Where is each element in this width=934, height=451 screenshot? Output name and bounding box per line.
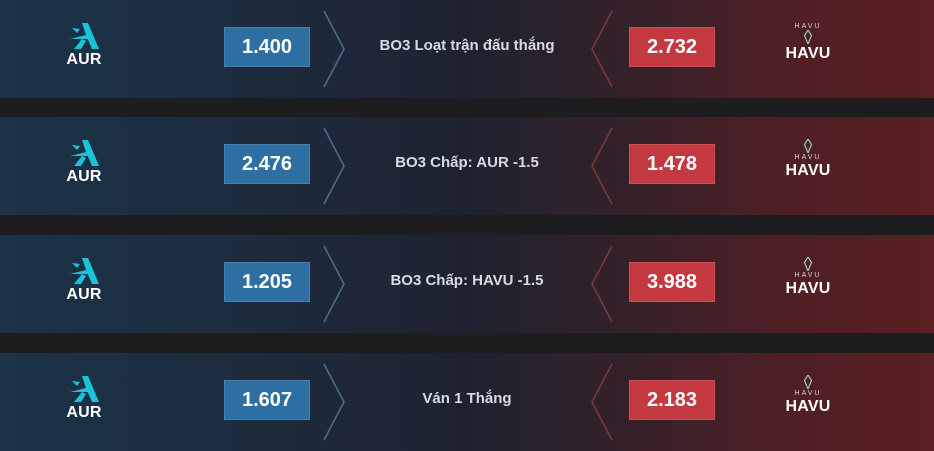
aurora-logo-icon	[70, 258, 99, 284]
home-team: AUR	[39, 375, 129, 422]
home-team: AUR	[39, 257, 129, 304]
home-odds-button[interactable]: 2.476	[224, 144, 310, 184]
havu-logo-icon	[803, 139, 813, 153]
home-team-abbr: AUR	[66, 286, 102, 303]
chevron-right-icon	[323, 363, 345, 441]
aurora-logo-icon	[70, 140, 99, 166]
bet-market-row: AUR 1.607 Ván 1 Thắng 2.183 HAVU HAVU	[0, 353, 934, 451]
havu-logo-icon	[803, 257, 813, 271]
bet-market-row: AUR 1.400 BO3 Loạt trận đấu thắng 2.732 …	[0, 0, 934, 98]
bet-market-row: AUR 2.476 BO3 Chấp: AUR -1.5 1.478 HAVU …	[0, 117, 934, 215]
home-team-abbr: AUR	[66, 168, 102, 185]
chevron-right-icon	[323, 10, 345, 88]
havu-wordmark: HAVU	[794, 272, 822, 279]
havu-logo-icon	[803, 375, 813, 389]
havu-wordmark: HAVU	[794, 154, 822, 161]
havu-wordmark: HAVU	[794, 23, 822, 30]
chevron-left-icon	[591, 127, 613, 205]
havu-logo-icon	[803, 30, 813, 44]
home-team: AUR	[39, 22, 129, 69]
aurora-logo-icon	[70, 376, 99, 402]
away-team: HAVU HAVU	[763, 139, 853, 180]
away-odds-button[interactable]: 2.732	[629, 27, 715, 67]
home-team: AUR	[39, 139, 129, 186]
away-team: HAVU HAVU	[763, 22, 853, 63]
bet-market-row: AUR 1.205 BO3 Chấp: HAVU -1.5 3.988 HAVU…	[0, 235, 934, 333]
away-team: HAVU HAVU	[763, 257, 853, 298]
away-team: HAVU HAVU	[763, 375, 853, 416]
market-label: BO3 Chấp: AUR -1.5	[395, 154, 539, 171]
market-label: BO3 Chấp: HAVU -1.5	[390, 272, 544, 289]
market-label: Ván 1 Thắng	[422, 390, 512, 407]
away-odds-button[interactable]: 3.988	[629, 262, 715, 302]
away-odds-button[interactable]: 2.183	[629, 380, 715, 420]
away-team-abbr: HAVU	[785, 398, 831, 415]
home-odds-button[interactable]: 1.607	[224, 380, 310, 420]
away-team-abbr: HAVU	[785, 280, 831, 297]
home-team-abbr: AUR	[66, 51, 102, 68]
home-team-abbr: AUR	[66, 404, 102, 421]
aurora-logo-icon	[70, 23, 99, 49]
away-team-abbr: HAVU	[785, 45, 831, 62]
home-odds-button[interactable]: 1.400	[224, 27, 310, 67]
away-team-abbr: HAVU	[785, 162, 831, 179]
bet-market-list: AUR 1.400 BO3 Loạt trận đấu thắng 2.732 …	[0, 0, 934, 451]
chevron-left-icon	[591, 363, 613, 441]
chevron-right-icon	[323, 245, 345, 323]
market-label: BO3 Loạt trận đấu thắng	[379, 37, 555, 54]
home-odds-button[interactable]: 1.205	[224, 262, 310, 302]
chevron-left-icon	[591, 10, 613, 88]
away-odds-button[interactable]: 1.478	[629, 144, 715, 184]
chevron-right-icon	[323, 127, 345, 205]
chevron-left-icon	[591, 245, 613, 323]
havu-wordmark: HAVU	[794, 390, 822, 397]
